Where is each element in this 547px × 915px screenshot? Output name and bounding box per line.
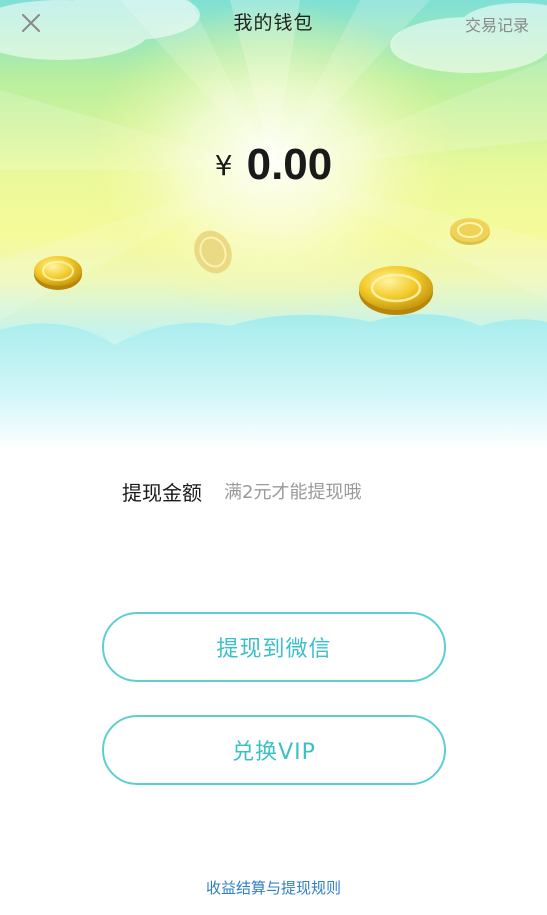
withdraw-to-wechat-button[interactable]: 提现到微信 <box>102 612 446 682</box>
transaction-history-link[interactable]: 交易记录 <box>465 12 529 36</box>
hero-illustration <box>0 0 547 450</box>
exchange-vip-button[interactable]: 兑换VIP <box>102 715 446 785</box>
hero-background <box>0 0 547 450</box>
balance-display: ¥0.00 <box>0 140 547 190</box>
coin-right-small <box>450 218 490 245</box>
settlement-rules-link[interactable]: 收益结算与提现规则 <box>0 877 547 898</box>
withdraw-minimum-hint: 满2元才能提现哦 <box>224 482 362 503</box>
top-bar: 我的钱包 交易记录 <box>0 0 547 44</box>
withdraw-amount-row: 提现金额 满2元才能提现哦 <box>122 476 482 506</box>
withdraw-amount-label: 提现金额 <box>122 480 202 505</box>
wallet-page: 我的钱包 交易记录 ¥0.00 提现金额 满2元才能提现哦 提现到微信 兑换VI… <box>0 0 547 915</box>
coin-right-large <box>359 266 433 315</box>
coin-left <box>34 256 82 290</box>
balance-amount: 0.00 <box>246 140 333 189</box>
currency-symbol: ¥ <box>214 149 233 182</box>
ground-clouds <box>0 314 547 450</box>
